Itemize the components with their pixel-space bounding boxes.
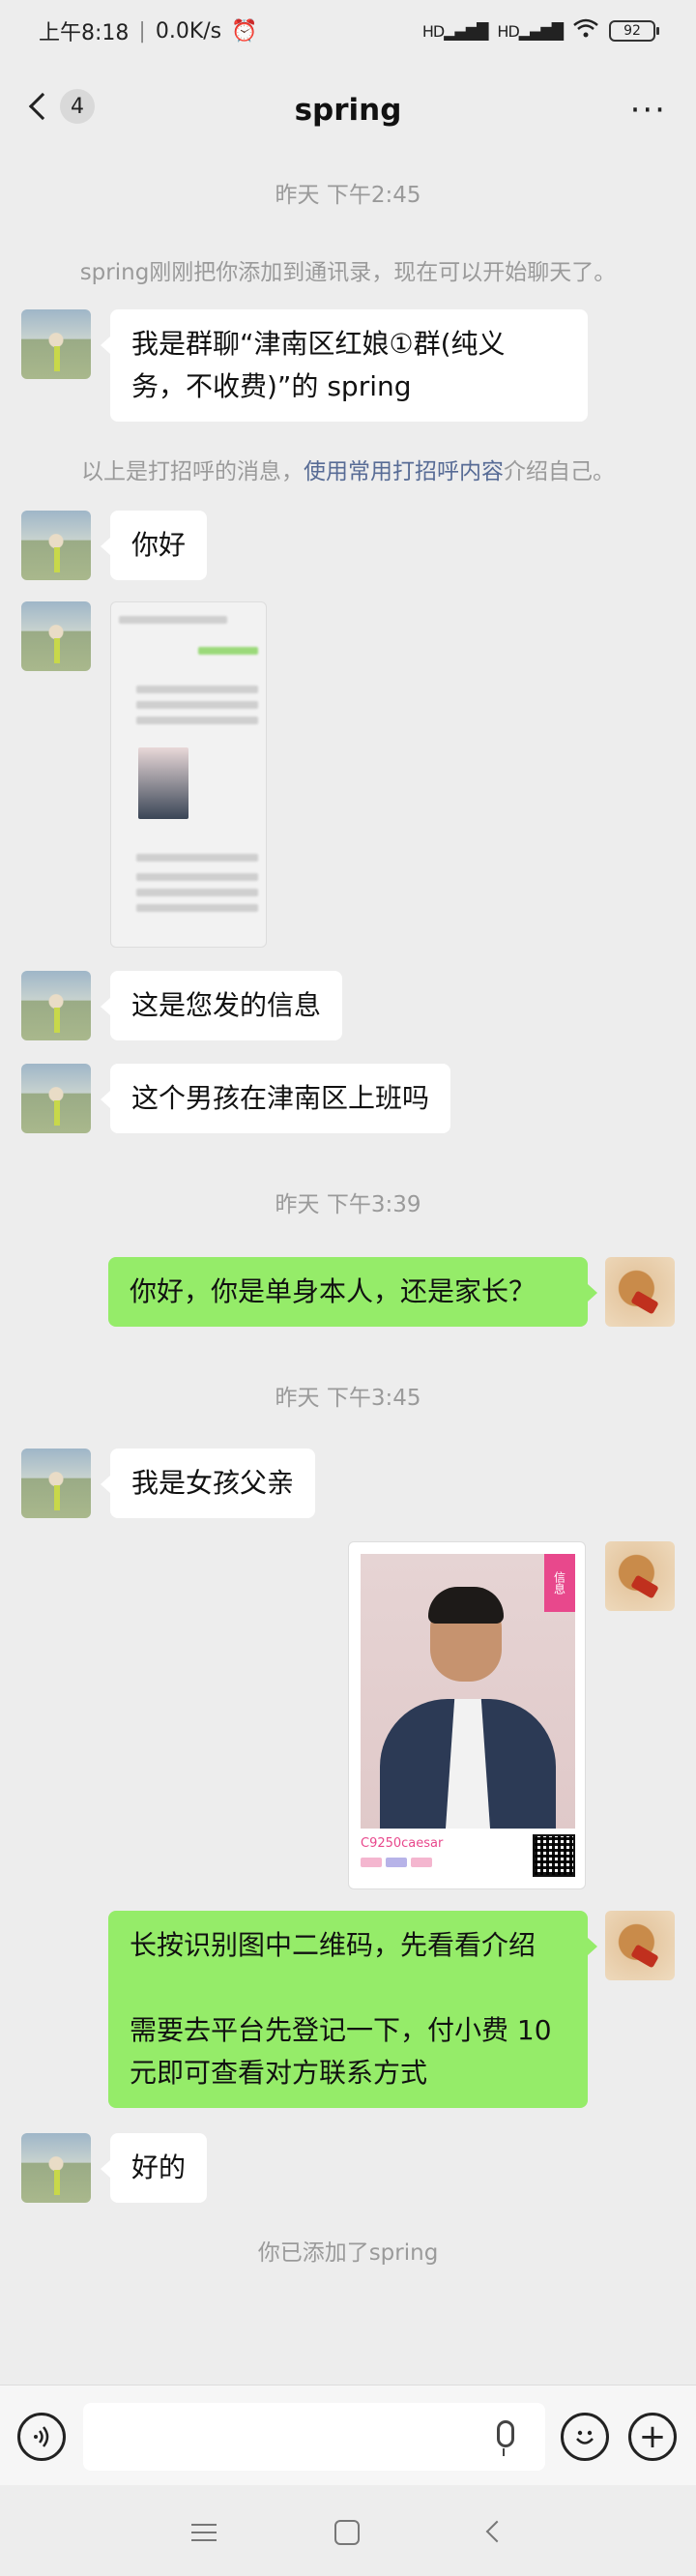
message-bubble[interactable]: 我是群聊“津南区红娘①群(纯义 务，不收费)”的 spring	[101, 309, 588, 422]
avatar[interactable]	[21, 1064, 91, 1133]
status-right: HD▂▄▆█ HD▂▄▆█ 92	[421, 17, 659, 44]
greeting-suffix: 介绍自己。	[504, 459, 615, 484]
message-text: 元即可查看对方联系方式	[130, 2057, 428, 2089]
message-text: 你好，你是单身本人，还是家长？	[130, 1275, 536, 1307]
image-message-screenshot[interactable]	[110, 601, 267, 948]
wifi-icon	[572, 17, 599, 44]
message-bubble[interactable]: 这是您发的信息	[100, 971, 343, 1040]
status-left: 上午8:18 | 0.0K/s ⏰	[39, 15, 258, 46]
avatar[interactable]	[21, 971, 91, 1040]
message-bubble-self[interactable]: 长按识别图中二维码，先看看介绍 需要去平台先登记一下，付小费 10 元即可查看对…	[108, 1911, 597, 2108]
signal-icon-2: HD▂▄▆█	[497, 21, 564, 41]
timestamp: 昨天 下午3:45	[275, 1386, 421, 1411]
message-text: 务，不收费)”的 spring	[131, 370, 412, 402]
message-input[interactable]	[83, 2403, 545, 2471]
plus-icon[interactable]: +	[628, 2413, 677, 2461]
alarm-icon: ⏰	[231, 18, 258, 44]
profile-tag: 信息	[544, 1554, 575, 1612]
message-text: 这个男孩在津南区上班吗	[131, 1082, 430, 1114]
avatar-self[interactable]	[605, 1257, 675, 1327]
image-message-profile[interactable]: 信息 C9250caesar	[348, 1541, 586, 1889]
battery-icon: 92	[609, 20, 659, 42]
message-bubble[interactable]: 你好	[100, 511, 208, 580]
back-icon[interactable]	[485, 2520, 508, 2543]
message-text: 好的	[131, 2152, 187, 2183]
message-text: 这是您发的信息	[131, 989, 322, 1021]
timestamp: 昨天 下午2:45	[275, 183, 421, 208]
avatar-self[interactable]	[605, 1541, 675, 1611]
more-icon[interactable]: ···	[630, 91, 667, 130]
chevron-left-icon	[28, 92, 57, 121]
back-button[interactable]: 4	[23, 89, 95, 124]
profile-photo: 信息	[361, 1554, 575, 1829]
avatar[interactable]	[21, 601, 91, 671]
greeting-prefix: 以上是打招呼的消息，	[81, 459, 304, 484]
input-bar: +	[0, 2385, 696, 2485]
avatar-self[interactable]	[605, 1911, 675, 1980]
message-text: 我是女孩父亲	[131, 1467, 295, 1499]
voice-icon[interactable]	[17, 2413, 66, 2461]
greeting-link[interactable]: 使用常用打招呼内容	[304, 459, 504, 484]
message-bubble[interactable]: 好的	[100, 2133, 208, 2203]
message-text: 需要去平台先登记一下，付小费 10	[130, 2014, 552, 2046]
system-message-added: spring刚刚把你添加到通讯录，现在可以开始聊天了。	[79, 260, 617, 285]
message-bubble[interactable]: 我是女孩父亲	[100, 1449, 316, 1518]
message-bubble-self[interactable]: 你好，你是单身本人，还是家长？	[108, 1257, 597, 1327]
network-speed: 0.0K/s	[155, 18, 222, 44]
message-text: 长按识别图中二维码，先看看介绍	[130, 1929, 536, 1961]
message-text: 我是群聊“津南区红娘①群(纯义	[131, 328, 506, 360]
qr-code-icon	[533, 1834, 575, 1877]
system-navigation-bar	[0, 2485, 696, 2576]
message-text: 你好	[131, 529, 187, 561]
status-separator: |	[138, 18, 146, 44]
unread-badge: 4	[60, 89, 95, 124]
system-message-you-added: 你已添加了spring	[257, 2240, 439, 2266]
menu-icon[interactable]	[191, 2524, 217, 2541]
avatar[interactable]	[21, 1449, 91, 1518]
thumbnail-photo	[138, 747, 188, 819]
avatar[interactable]	[21, 511, 91, 580]
signal-icon-1: HD▂▄▆█	[421, 21, 489, 41]
timestamp: 昨天 下午3:39	[275, 1192, 421, 1217]
status-bar: 上午8:18 | 0.0K/s ⏰ HD▂▄▆█ HD▂▄▆█ 92	[0, 0, 696, 62]
emoji-icon[interactable]	[561, 2413, 609, 2461]
status-time: 上午8:18	[39, 21, 130, 45]
message-bubble[interactable]: 这个男孩在津南区上班吗	[100, 1064, 451, 1133]
avatar[interactable]	[21, 309, 91, 379]
profile-chips	[361, 1858, 432, 1867]
chat-title: spring	[294, 93, 402, 128]
chat-header: 4 spring ···	[0, 62, 696, 159]
avatar[interactable]	[21, 2133, 91, 2203]
home-icon[interactable]	[334, 2520, 360, 2545]
microphone-icon[interactable]	[497, 2420, 514, 2456]
system-message-greeting: 以上是打招呼的消息，使用常用打招呼内容介绍自己。	[0, 453, 696, 485]
profile-code: C9250caesar	[361, 1836, 444, 1851]
